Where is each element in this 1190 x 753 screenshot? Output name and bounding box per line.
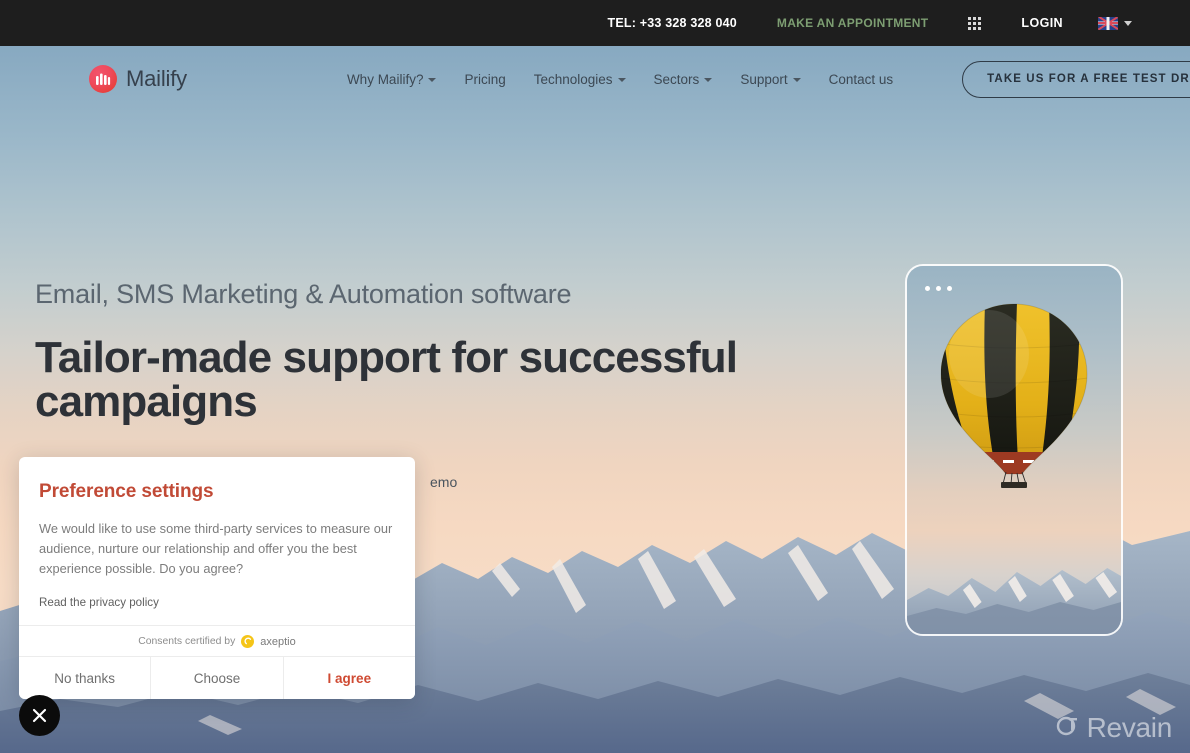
nav-item-sectors[interactable]: Sectors bbox=[640, 72, 727, 87]
hero-subtitle: Email, SMS Marketing & Automation softwa… bbox=[35, 279, 572, 309]
nav-item-pricing[interactable]: Pricing bbox=[450, 72, 519, 87]
nav-label: Support bbox=[740, 71, 788, 87]
top-utility-bar: TEL: +33 328 328 040 MAKE AN APPOINTMENT… bbox=[0, 0, 1190, 46]
nav-label: Sectors bbox=[653, 71, 700, 87]
page-root: TEL: +33 328 328 040 MAKE AN APPOINTMENT… bbox=[0, 0, 1190, 753]
choose-button[interactable]: Choose bbox=[150, 657, 283, 700]
privacy-policy-link[interactable]: Read the privacy policy bbox=[39, 596, 159, 609]
mailify-logo[interactable]: Mailify bbox=[89, 65, 187, 93]
card-mountain-image bbox=[907, 554, 1121, 634]
chevron-down-icon bbox=[704, 78, 713, 82]
language-switcher[interactable] bbox=[1098, 16, 1132, 30]
consent-description: We would like to use some third-party se… bbox=[39, 521, 393, 577]
axeptio-logo-icon bbox=[241, 635, 255, 649]
cookie-consent-dialog: Preference settings We would like to use… bbox=[19, 457, 415, 700]
consent-body: Preference settings We would like to use… bbox=[19, 457, 415, 625]
uk-flag-icon bbox=[1098, 16, 1118, 30]
logo-wordmark: Mailify bbox=[126, 66, 187, 91]
grid-apps-icon[interactable] bbox=[968, 16, 982, 30]
close-button[interactable] bbox=[19, 695, 60, 736]
login-link[interactable]: LOGIN bbox=[1021, 16, 1063, 30]
consent-certified-by: Consents certified by axeptio bbox=[19, 625, 415, 656]
chevron-down-icon bbox=[428, 78, 437, 82]
chevron-down-icon bbox=[617, 78, 626, 82]
certified-prefix: Consents certified by bbox=[138, 636, 236, 648]
hero-image-card bbox=[905, 264, 1123, 636]
free-test-drive-button[interactable]: TAKE US FOR A FREE TEST DRIVE bbox=[962, 60, 1190, 98]
nav-label: Contact us bbox=[828, 71, 894, 87]
nav-label: Technologies bbox=[533, 71, 613, 87]
balloon-illustration bbox=[940, 303, 1088, 488]
consent-actions: No thanks Choose I agree bbox=[19, 656, 415, 700]
chevron-down-icon bbox=[792, 78, 801, 82]
phone-number[interactable]: TEL: +33 328 328 040 bbox=[607, 16, 736, 30]
no-thanks-button[interactable]: No thanks bbox=[19, 657, 151, 700]
nav-label: Why Mailify? bbox=[346, 71, 424, 87]
main-navigation: Mailify Why Mailify? Pricing Technologie… bbox=[0, 46, 1190, 112]
nav-links: Why Mailify? Pricing Technologies Sector… bbox=[333, 60, 1190, 98]
nav-item-support[interactable]: Support bbox=[726, 72, 814, 87]
hero-title: Tailor-made support for successful campa… bbox=[35, 333, 738, 427]
more-options-icon[interactable] bbox=[925, 286, 952, 291]
close-icon bbox=[32, 708, 47, 723]
hero-demo-link-partial[interactable]: emo bbox=[430, 474, 457, 490]
consent-title: Preference settings bbox=[39, 481, 214, 502]
axeptio-brand-name: axeptio bbox=[260, 635, 296, 648]
mailify-logo-icon bbox=[89, 65, 117, 93]
make-appointment-link[interactable]: MAKE AN APPOINTMENT bbox=[777, 16, 928, 30]
nav-item-technologies[interactable]: Technologies bbox=[520, 72, 640, 87]
i-agree-button[interactable]: I agree bbox=[282, 657, 415, 700]
nav-item-contact-us[interactable]: Contact us bbox=[815, 72, 908, 87]
nav-item-why-mailify[interactable]: Why Mailify? bbox=[333, 72, 451, 87]
nav-label: Pricing bbox=[464, 71, 506, 87]
chevron-down-icon bbox=[1124, 20, 1132, 26]
